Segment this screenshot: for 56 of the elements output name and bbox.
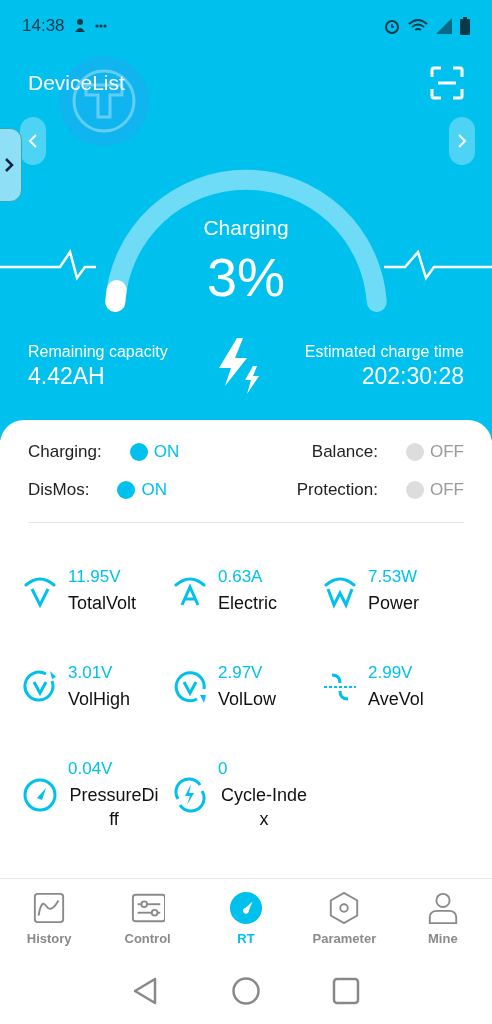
switch-value: ON bbox=[141, 480, 167, 500]
info-label: Remaining capacity bbox=[28, 342, 168, 361]
charge-status: Charging bbox=[203, 216, 289, 240]
next-button[interactable] bbox=[449, 117, 475, 165]
switch-label: Charging: bbox=[28, 442, 102, 462]
speedometer-icon bbox=[229, 890, 263, 925]
high-voltage-icon bbox=[22, 669, 58, 705]
metric-value: 0.04V bbox=[68, 759, 114, 779]
nav-tab[interactable]: RT bbox=[196, 890, 296, 946]
metric-value: 0.63A bbox=[218, 567, 264, 587]
nav-tab[interactable]: Mine bbox=[393, 890, 492, 946]
metric-label: Electric bbox=[218, 592, 277, 615]
metric-value: 3.01V bbox=[68, 663, 114, 683]
home-icon[interactable] bbox=[231, 976, 261, 1006]
side-drawer-handle[interactable] bbox=[0, 128, 22, 202]
nav-tab[interactable]: History bbox=[0, 890, 99, 946]
metric-value: 2.99V bbox=[368, 663, 414, 683]
metric-value: 7.53W bbox=[368, 567, 419, 587]
wifi-icon bbox=[408, 18, 428, 34]
metric-label: Power bbox=[368, 592, 420, 615]
metric-label: PressureDiff bbox=[68, 784, 160, 831]
switch-label: Protection: bbox=[296, 480, 378, 500]
metric-value: 2.97V bbox=[218, 663, 264, 683]
switch-value: ON bbox=[153, 442, 180, 462]
clock-time: 14:38 bbox=[22, 16, 65, 36]
metric-label: Cycle-Index bbox=[219, 784, 308, 831]
nav-tab[interactable]: Control bbox=[98, 890, 197, 946]
battery-icon bbox=[460, 17, 470, 35]
info-label: Estimated charge time bbox=[304, 342, 464, 361]
signal-icon bbox=[436, 18, 452, 34]
info-value: 202:30:28 bbox=[361, 362, 464, 390]
switch-value: OFF bbox=[430, 442, 464, 462]
nav-tab[interactable]: Parameter bbox=[295, 890, 394, 946]
recents-icon[interactable] bbox=[331, 976, 361, 1006]
metric-label: VolHigh bbox=[68, 688, 131, 711]
chart-icon bbox=[32, 890, 67, 925]
metric-label: VolLow bbox=[218, 688, 277, 711]
notification-icon bbox=[72, 18, 87, 34]
gauge-icon bbox=[22, 777, 58, 813]
alarm-icon bbox=[384, 18, 400, 34]
cycle-icon bbox=[172, 777, 208, 813]
page-title[interactable]: DeviceList bbox=[28, 71, 125, 95]
charge-percent: 3% bbox=[206, 246, 285, 308]
chevron-right-icon bbox=[457, 133, 467, 149]
switch-label: Balance: bbox=[311, 442, 378, 462]
metric-value: 0 bbox=[218, 759, 229, 779]
chevron-left-icon bbox=[28, 133, 38, 149]
info-value: 4.42AH bbox=[28, 362, 106, 390]
more-icon bbox=[94, 24, 107, 28]
switch-value: OFF bbox=[430, 480, 464, 500]
low-voltage-icon bbox=[172, 669, 208, 705]
metric-label: TotalVolt bbox=[68, 592, 137, 615]
metric-label: AveVol bbox=[368, 688, 424, 711]
switch-label: DisMos: bbox=[28, 480, 90, 500]
scan-icon[interactable] bbox=[430, 66, 464, 100]
metric-value: 11.95V bbox=[68, 567, 122, 587]
